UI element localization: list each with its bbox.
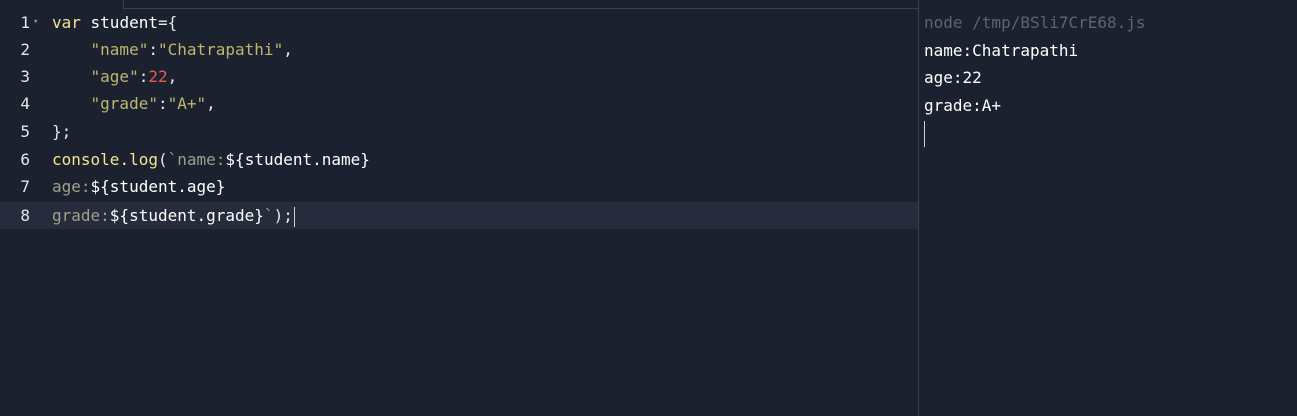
code-line-7[interactable]: 7 age:${student.age} <box>0 173 918 200</box>
code-text: var student={ <box>52 13 178 32</box>
code-editor[interactable]: 1 ▾ var student={ 2 "name":"Chatrapathi"… <box>0 9 918 416</box>
code-playground: 1 ▾ var student={ 2 "name":"Chatrapathi"… <box>0 0 1297 416</box>
line-number: 8 <box>20 206 30 225</box>
line-number: 2 <box>20 40 30 59</box>
line-number: 7 <box>20 177 30 196</box>
code-line-2[interactable]: 2 "name":"Chatrapathi", <box>0 36 918 63</box>
code-text: "grade":"A+", <box>90 94 216 113</box>
console-output-line: age:22 <box>924 68 982 87</box>
code-line-6[interactable]: 6 console.log(`name:${student.name} <box>0 146 918 173</box>
console-cursor <box>924 121 925 147</box>
line-number: 4 <box>20 94 30 113</box>
code-text: "name":"Chatrapathi", <box>90 40 293 59</box>
code-text: console.log(`name:${student.name} <box>52 150 370 169</box>
code-text: "age":22, <box>90 67 178 86</box>
code-text: }; <box>52 122 72 141</box>
line-number: 6 <box>20 150 30 169</box>
code-line-3[interactable]: 3 "age":22, <box>0 63 918 90</box>
code-line-8-active[interactable]: 8 grade:${student.grade}`); <box>0 202 918 229</box>
line-number: 1 <box>20 13 30 32</box>
text-caret <box>293 206 295 227</box>
code-text: grade:${student.grade}`); <box>52 206 295 227</box>
console-output-line: grade:A+ <box>924 96 1002 115</box>
code-line-5[interactable]: 5 }; <box>0 118 918 145</box>
line-number: 5 <box>20 122 30 141</box>
fold-arrow-icon[interactable]: ▾ <box>33 9 38 36</box>
code-text: age:${student.age} <box>52 177 226 196</box>
console-output-line: name:Chatrapathi <box>924 41 1079 60</box>
console-command: node /tmp/BSli7CrE68.js <box>924 13 1146 32</box>
editor-top-border <box>123 0 919 9</box>
code-line-4[interactable]: 4 "grade":"A+", <box>0 90 918 117</box>
line-number: 3 <box>20 67 30 86</box>
code-line-1[interactable]: 1 ▾ var student={ <box>0 9 918 36</box>
console-output[interactable]: node /tmp/BSli7CrE68.js name:Chatrapathi… <box>919 9 1297 416</box>
